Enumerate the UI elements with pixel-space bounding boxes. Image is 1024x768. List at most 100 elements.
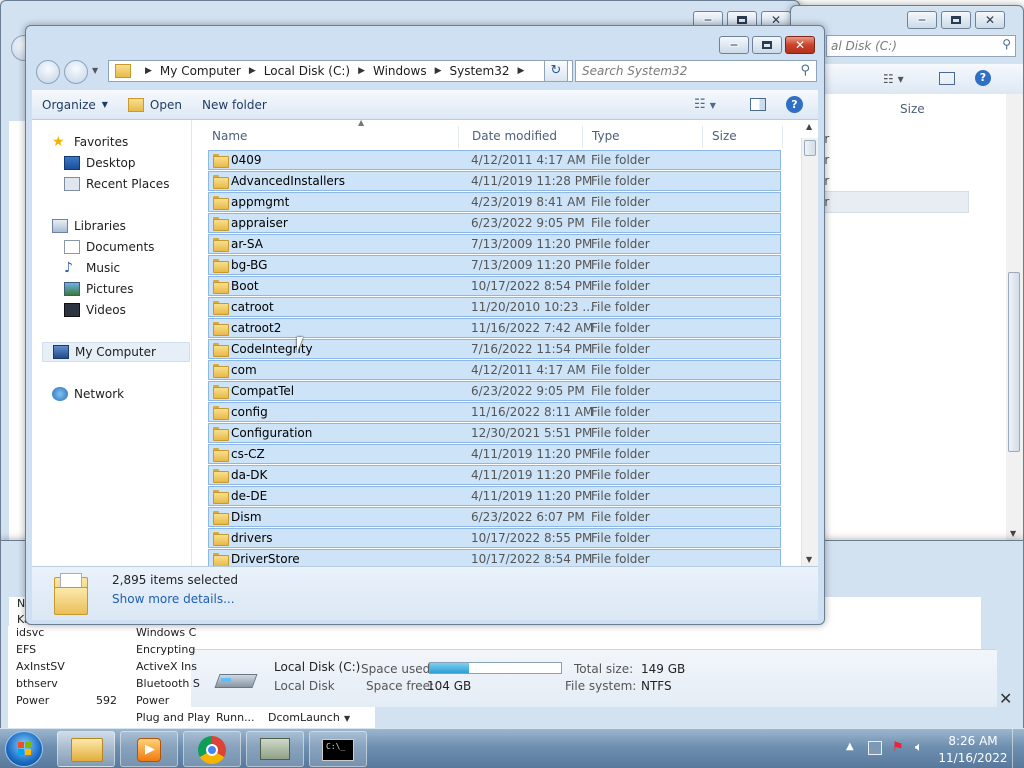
views-icon[interactable]: ☷ ▾	[883, 72, 904, 86]
scroll-thumb[interactable]	[804, 140, 816, 156]
show-hidden-icons-icon[interactable]: ▲	[846, 741, 854, 752]
change-view-icon[interactable]: ☷ ▼	[694, 97, 716, 112]
address-bar[interactable]: ▶ My Computer ▶ Local Disk (C:) ▶ Window…	[108, 60, 573, 82]
new-folder-button[interactable]: New folder	[192, 98, 277, 112]
help-icon[interactable]: ?	[975, 70, 991, 86]
service-name: Power	[16, 694, 50, 707]
nav-desktop[interactable]: Desktop	[64, 153, 136, 173]
file-date: 4/23/2019 8:41 AM	[471, 195, 586, 209]
maximize-button-bg2[interactable]	[941, 11, 971, 29]
minimize-button[interactable]	[719, 36, 749, 54]
nav-my-computer[interactable]: My Computer	[42, 342, 190, 362]
scrollbar-bg2[interactable]: ▼	[1006, 94, 1023, 542]
search-input-bg2[interactable]: al Disk (C:) ⚲	[826, 35, 1016, 57]
column-size[interactable]: Size	[712, 129, 737, 143]
column-size-bg2[interactable]: Size	[900, 102, 925, 116]
nav-pictures[interactable]: Pictures	[64, 279, 134, 299]
file-name: Configuration	[231, 426, 313, 440]
file-name: ar-SA	[231, 237, 263, 251]
close-button-bg2[interactable]: ✕	[975, 11, 1005, 29]
table-row[interactable]: appraiser 6/23/2022 9:05 PM File folder	[208, 213, 781, 233]
search-input[interactable]: Search System32 ⚲	[575, 60, 817, 82]
table-row[interactable]: CodeIntegrity 7/16/2022 11:54 PM File fold…	[208, 339, 781, 359]
selection-count: 2,895 items selected	[112, 573, 238, 587]
breadcrumb-local-disk[interactable]: Local Disk (C:)	[264, 64, 350, 78]
table-row[interactable]: drivers 10/17/2022 8:55 PM File folder	[208, 528, 781, 548]
volume-icon[interactable]: 🔈︎	[915, 741, 929, 755]
documents-icon	[64, 240, 80, 254]
show-more-details-link[interactable]: Show more details...	[112, 592, 235, 606]
file-name: 0409	[231, 153, 262, 167]
forward-button[interactable]	[64, 60, 88, 84]
table-row[interactable]: Configuration 12/30/2021 5:51 PM File fold…	[208, 423, 781, 443]
taskbar-command-prompt-button[interactable]: C:\_	[309, 731, 367, 767]
file-type: File folder	[591, 300, 650, 314]
table-row[interactable]: ar-SA 7/13/2009 11:20 PM File folder	[208, 234, 781, 254]
column-date-modified[interactable]: Date modified	[472, 129, 557, 143]
back-button[interactable]	[36, 60, 60, 84]
refresh-icon[interactable]: ↻	[544, 60, 568, 82]
file-type: File folder	[591, 321, 650, 335]
vertical-scrollbar[interactable]: ▲ ▼	[801, 122, 818, 566]
table-row[interactable]: config 11/16/2022 8:11 AM File folder	[208, 402, 781, 422]
taskbar-explorer-button[interactable]	[57, 731, 115, 767]
table-row[interactable]: Boot 10/17/2022 8:54 PM File folder	[208, 276, 781, 296]
file-date: 4/12/2011 4:17 AM	[471, 153, 586, 167]
column-type[interactable]: Type	[592, 129, 620, 143]
preview-pane-icon[interactable]	[750, 98, 766, 111]
organize-button[interactable]: Organize ▼	[32, 98, 118, 112]
file-type: File folder	[591, 384, 650, 398]
breadcrumb-system32[interactable]: System32	[450, 64, 510, 78]
file-type: File folder	[591, 447, 650, 461]
close-button[interactable]: ✕	[785, 36, 815, 54]
breadcrumb-my-computer[interactable]: My Computer	[160, 64, 241, 78]
file-date: 6/23/2022 9:05 PM	[471, 384, 585, 398]
nav-network[interactable]: Network	[52, 384, 124, 404]
nav-recent-places[interactable]: Recent Places	[64, 174, 169, 194]
table-row[interactable]: appmgmt 4/23/2019 8:41 AM File folder	[208, 192, 781, 212]
open-button[interactable]: Open	[118, 97, 192, 112]
table-row[interactable]: da-DK 4/11/2019 11:20 PM File folder	[208, 465, 781, 485]
file-name: AdvancedInstallers	[231, 174, 345, 188]
file-name: de-DE	[231, 489, 268, 503]
taskbar-media-player-button[interactable]: ▶	[120, 731, 178, 767]
clock-date[interactable]: 11/16/2022	[938, 751, 1008, 765]
show-desktop-button[interactable]	[1012, 729, 1024, 768]
nav-libraries[interactable]: Libraries	[52, 216, 126, 236]
nav-videos[interactable]: Videos	[64, 300, 126, 320]
nav-documents[interactable]: Documents	[64, 237, 154, 257]
preview-pane-icon[interactable]	[939, 72, 955, 85]
taskbar-network-tool-button[interactable]	[246, 731, 304, 767]
table-row[interactable]: catroot2 11/16/2022 7:42 AM File folder	[208, 318, 781, 338]
start-button[interactable]	[5, 731, 43, 767]
help-icon[interactable]: ?	[786, 96, 803, 113]
file-type: File folder	[591, 426, 650, 440]
table-row[interactable]: bg-BG 7/13/2009 11:20 PM File folder	[208, 255, 781, 275]
table-row[interactable]: com 4/12/2011 4:17 AM File folder	[208, 360, 781, 380]
sort-arrow-icon: ▲	[358, 120, 365, 127]
nav-music[interactable]: ♪ Music	[64, 258, 120, 278]
table-row[interactable]: Dism 6/23/2022 6:07 PM File folder	[208, 507, 781, 527]
table-row[interactable]: de-DE 4/11/2019 11:20 PM File folder	[208, 486, 781, 506]
table-row[interactable]: AdvancedInstallers 4/11/2019 11:28 PM File…	[208, 171, 781, 191]
close-icon[interactable]: ✕	[999, 689, 1012, 708]
table-row[interactable]: CompatTel 6/23/2022 9:05 PM File folder	[208, 381, 781, 401]
file-type: File folder	[591, 531, 650, 545]
file-system-value: NTFS	[641, 679, 672, 693]
nav-favorites[interactable]: ★ Favorites	[52, 132, 128, 152]
maximize-button[interactable]	[752, 36, 782, 54]
minimize-button-bg2[interactable]	[907, 11, 937, 29]
table-row[interactable]: 0409 4/12/2011 4:17 AM File folder	[208, 150, 781, 170]
clock-time[interactable]: 8:26 AM	[944, 734, 1002, 748]
table-row[interactable]: catroot 11/20/2010 10:23 ... File folder	[208, 297, 781, 317]
table-row[interactable]: cs-CZ 4/11/2019 11:20 PM File folder	[208, 444, 781, 464]
action-center-icon[interactable]: ⚑	[892, 741, 906, 755]
network-tray-icon[interactable]	[868, 741, 882, 755]
table-row[interactable]: DriverStore 10/17/2022 8:54 PM File folder	[208, 549, 781, 566]
search-icon[interactable]: ⚲	[800, 63, 810, 78]
taskbar-chrome-button[interactable]	[183, 731, 241, 767]
recent-pages-icon[interactable]: ▼	[92, 66, 98, 75]
breadcrumb-windows[interactable]: Windows	[373, 64, 427, 78]
column-name[interactable]: Name	[212, 129, 247, 143]
dropdown-arrow-icon[interactable]: ▼	[344, 714, 350, 723]
